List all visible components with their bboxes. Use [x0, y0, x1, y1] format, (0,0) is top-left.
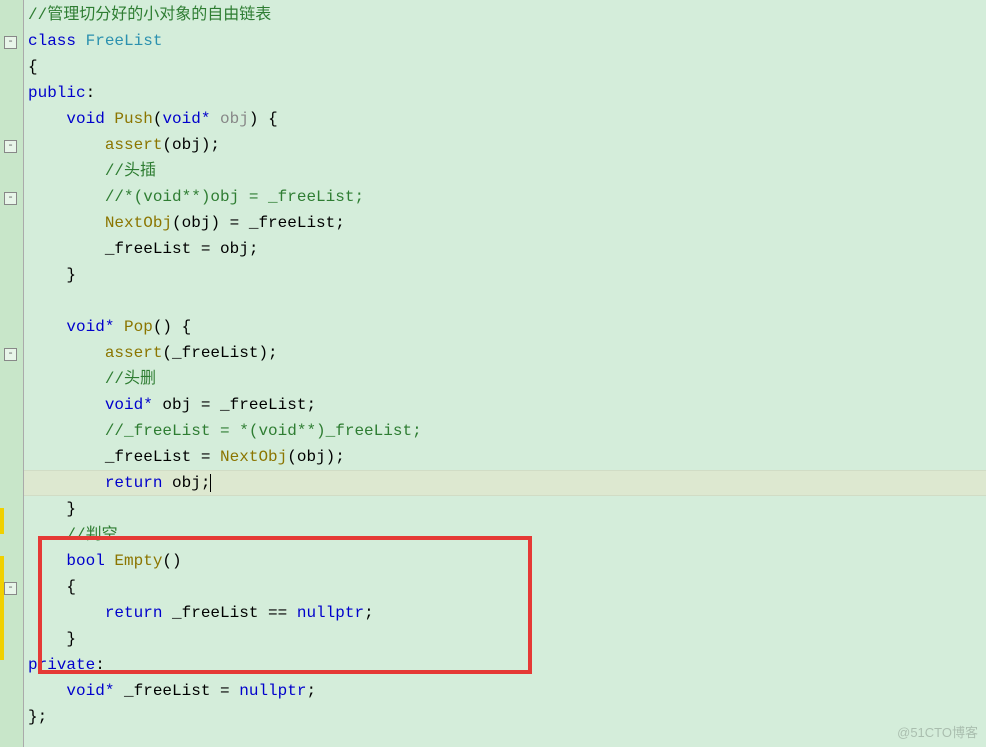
- args: (_freeList);: [162, 344, 277, 362]
- code-line: void Push(void* obj) {: [24, 106, 986, 132]
- class-name: FreeList: [76, 32, 162, 50]
- code-line: {: [24, 54, 986, 80]
- code-line: }: [24, 496, 986, 522]
- decl: _freeList =: [114, 682, 239, 700]
- keyword: bool: [28, 552, 105, 570]
- colon: :: [86, 84, 96, 102]
- code-line: //头删: [24, 366, 986, 392]
- code-line-current: return obj;: [24, 470, 986, 496]
- brace: {: [28, 58, 38, 76]
- fold-icon[interactable]: -: [4, 140, 17, 153]
- brace: }: [28, 266, 76, 284]
- code-line: //头插: [24, 158, 986, 184]
- code-editor: - - - - - //管理切分好的小对象的自由链表 class FreeLis…: [0, 0, 986, 747]
- text-cursor: [210, 474, 211, 492]
- code-line: }: [24, 262, 986, 288]
- comment-text: //头插: [28, 162, 156, 180]
- expr: _freeList ==: [162, 604, 296, 622]
- code-line: {: [24, 574, 986, 600]
- decl: obj = _freeList;: [153, 396, 316, 414]
- code-line: //*(void**)obj = _freeList;: [24, 184, 986, 210]
- function-call: assert: [28, 136, 162, 154]
- colon: :: [95, 656, 105, 674]
- function-call: assert: [28, 344, 162, 362]
- function-name: Push: [105, 110, 153, 128]
- fold-icon[interactable]: -: [4, 36, 17, 49]
- code-line: class FreeList: [24, 28, 986, 54]
- brace: }: [28, 500, 76, 518]
- code-line: _freeList = obj;: [24, 236, 986, 262]
- function-call: NextObj: [220, 448, 287, 466]
- function-call: NextObj: [28, 214, 172, 232]
- brace: {: [28, 578, 76, 596]
- keyword: void*: [28, 396, 153, 414]
- args: (obj);: [287, 448, 345, 466]
- code-line: assert(obj);: [24, 132, 986, 158]
- comment-text: //*(void**)obj = _freeList;: [28, 188, 364, 206]
- code-line: //_freeList = *(void**)_freeList;: [24, 418, 986, 444]
- comment-text: //管理切分好的小对象的自由链表: [28, 6, 271, 24]
- fold-icon[interactable]: -: [4, 348, 17, 361]
- code-line: }: [24, 626, 986, 652]
- code-line: void* obj = _freeList;: [24, 392, 986, 418]
- keyword: void: [28, 110, 105, 128]
- fold-icon[interactable]: -: [4, 192, 17, 205]
- keyword: void*: [28, 682, 114, 700]
- punct: ) {: [249, 110, 278, 128]
- semi: ;: [364, 604, 374, 622]
- keyword: return: [28, 474, 162, 492]
- args: (obj);: [162, 136, 220, 154]
- param: obj: [210, 110, 248, 128]
- keyword: private: [28, 656, 95, 674]
- assignment: _freeList =: [28, 448, 220, 466]
- code-line: bool Empty(): [24, 548, 986, 574]
- assignment: _freeList = obj;: [28, 240, 258, 258]
- function-name: Pop: [114, 318, 152, 336]
- function-name: Empty: [105, 552, 163, 570]
- keyword: class: [28, 32, 76, 50]
- keyword: return: [28, 604, 162, 622]
- brace: }: [28, 630, 76, 648]
- code-line: NextObj(obj) = _freeList;: [24, 210, 986, 236]
- code-line: assert(_freeList);: [24, 340, 986, 366]
- code-line: public:: [24, 80, 986, 106]
- code-line: void* _freeList = nullptr;: [24, 678, 986, 704]
- change-marker: [0, 556, 4, 660]
- comment-text: //_freeList = *(void**)_freeList;: [28, 422, 422, 440]
- args: (obj) = _freeList;: [172, 214, 345, 232]
- code-line: };: [24, 704, 986, 730]
- gutter: - - - - -: [0, 0, 24, 747]
- expr: obj;: [162, 474, 210, 492]
- punct: (): [162, 552, 181, 570]
- code-line: //判空: [24, 522, 986, 548]
- semi: ;: [306, 682, 316, 700]
- paren: (: [153, 110, 163, 128]
- keyword: nullptr: [297, 604, 364, 622]
- keyword: void*: [28, 318, 114, 336]
- code-line: private:: [24, 652, 986, 678]
- watermark: @51CTO博客: [897, 722, 978, 741]
- change-marker: [0, 508, 4, 534]
- keyword: nullptr: [239, 682, 306, 700]
- brace: };: [28, 708, 47, 726]
- fold-icon[interactable]: -: [4, 582, 17, 595]
- keyword: void*: [162, 110, 210, 128]
- code-line: [24, 288, 986, 314]
- comment-text: //头删: [28, 370, 156, 388]
- code-line: return _freeList == nullptr;: [24, 600, 986, 626]
- code-area[interactable]: //管理切分好的小对象的自由链表 class FreeList { public…: [24, 0, 986, 747]
- punct: () {: [153, 318, 191, 336]
- code-line: //管理切分好的小对象的自由链表: [24, 2, 986, 28]
- code-line: void* Pop() {: [24, 314, 986, 340]
- code-line: _freeList = NextObj(obj);: [24, 444, 986, 470]
- keyword: public: [28, 84, 86, 102]
- comment-text: //判空: [28, 526, 118, 544]
